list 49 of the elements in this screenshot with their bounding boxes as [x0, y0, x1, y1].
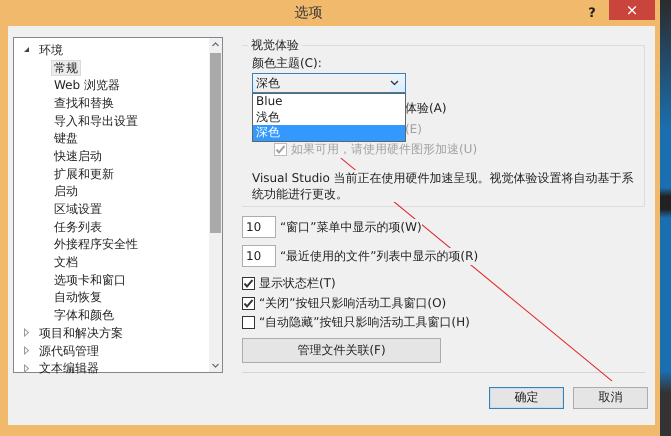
tree-item[interactable]: 自动恢复 — [51, 289, 105, 306]
dropdown-option[interactable]: Blue — [253, 94, 405, 110]
tree-item[interactable]: 项目和解决方案 — [36, 324, 126, 341]
expand-icon[interactable] — [22, 364, 31, 373]
theme-dropdown[interactable]: 深色 — [252, 73, 406, 93]
tree-item[interactable]: 选项卡和窗口 — [51, 272, 129, 288]
tree-item[interactable]: Web 浏览器 — [51, 77, 123, 94]
tree-item[interactable]: 区域设置 — [51, 201, 105, 218]
tree-item[interactable]: 快速启动 — [51, 148, 105, 164]
dropdown-option[interactable]: 浅色 — [253, 110, 405, 125]
tree-item[interactable]: 键盘 — [51, 130, 81, 146]
field-label: “最近使用的文件”列表中显示的项(R) — [280, 248, 478, 264]
expand-icon[interactable] — [22, 328, 31, 338]
number-field[interactable]: 10 — [242, 245, 276, 267]
ok-button[interactable]: 确定 — [489, 386, 564, 408]
field-label: “窗口”菜单中显示的项(W) — [280, 218, 422, 236]
field-label: 颜色主题(C): — [252, 55, 323, 71]
tree-item[interactable]: 环境 — [36, 42, 66, 58]
checkbox-label: 如果可用，请使用硬件图形加速(U) — [291, 140, 478, 158]
checkbox[interactable] — [242, 277, 255, 290]
tree-item[interactable]: 查找和替换 — [51, 94, 117, 111]
tree-item[interactable]: 字体和颜色 — [51, 307, 117, 324]
window-title: 选项 — [294, 4, 324, 22]
checkbox[interactable] — [242, 316, 255, 330]
group-title: 视觉体验 — [250, 37, 300, 54]
checkbox-label: (E) — [405, 122, 422, 136]
checkbox[interactable] — [242, 296, 255, 310]
tree-item[interactable]: 扩展和更新 — [51, 166, 117, 182]
scrollbar-thumb[interactable] — [210, 53, 221, 233]
caret-icon[interactable] — [390, 80, 399, 86]
tree-item[interactable]: 外接程序安全性 — [51, 236, 141, 252]
tree-item[interactable]: 文档 — [51, 254, 81, 270]
tree-item[interactable]: 导入和导出设置 — [51, 112, 141, 129]
tree-item[interactable]: 源代码管理 — [36, 342, 102, 359]
tree-item[interactable]: 文本编辑器 — [36, 360, 102, 376]
tree-item[interactable]: 启动 — [51, 183, 81, 200]
close-button[interactable]: × — [609, 0, 655, 20]
dropdown-list[interactable]: Blue 浅色 深色 — [252, 93, 406, 142]
help-button[interactable]: ? — [577, 6, 607, 20]
collapse-icon[interactable] — [22, 45, 31, 54]
tree-item[interactable]: 常规 — [51, 60, 81, 76]
number-field[interactable]: 10 — [242, 216, 276, 238]
manage-associations-button[interactable]: 管理文件关联(F) — [242, 338, 441, 362]
tree-item[interactable]: 任务列表 — [51, 218, 105, 235]
cancel-button[interactable]: 取消 — [573, 386, 648, 408]
expand-icon[interactable] — [22, 346, 31, 356]
checkbox-label: “关闭”按钮只影响活动工具窗口(O) — [259, 294, 446, 312]
checkbox-label: 体验(A) — [405, 101, 447, 115]
scrollbar[interactable] — [209, 38, 222, 372]
